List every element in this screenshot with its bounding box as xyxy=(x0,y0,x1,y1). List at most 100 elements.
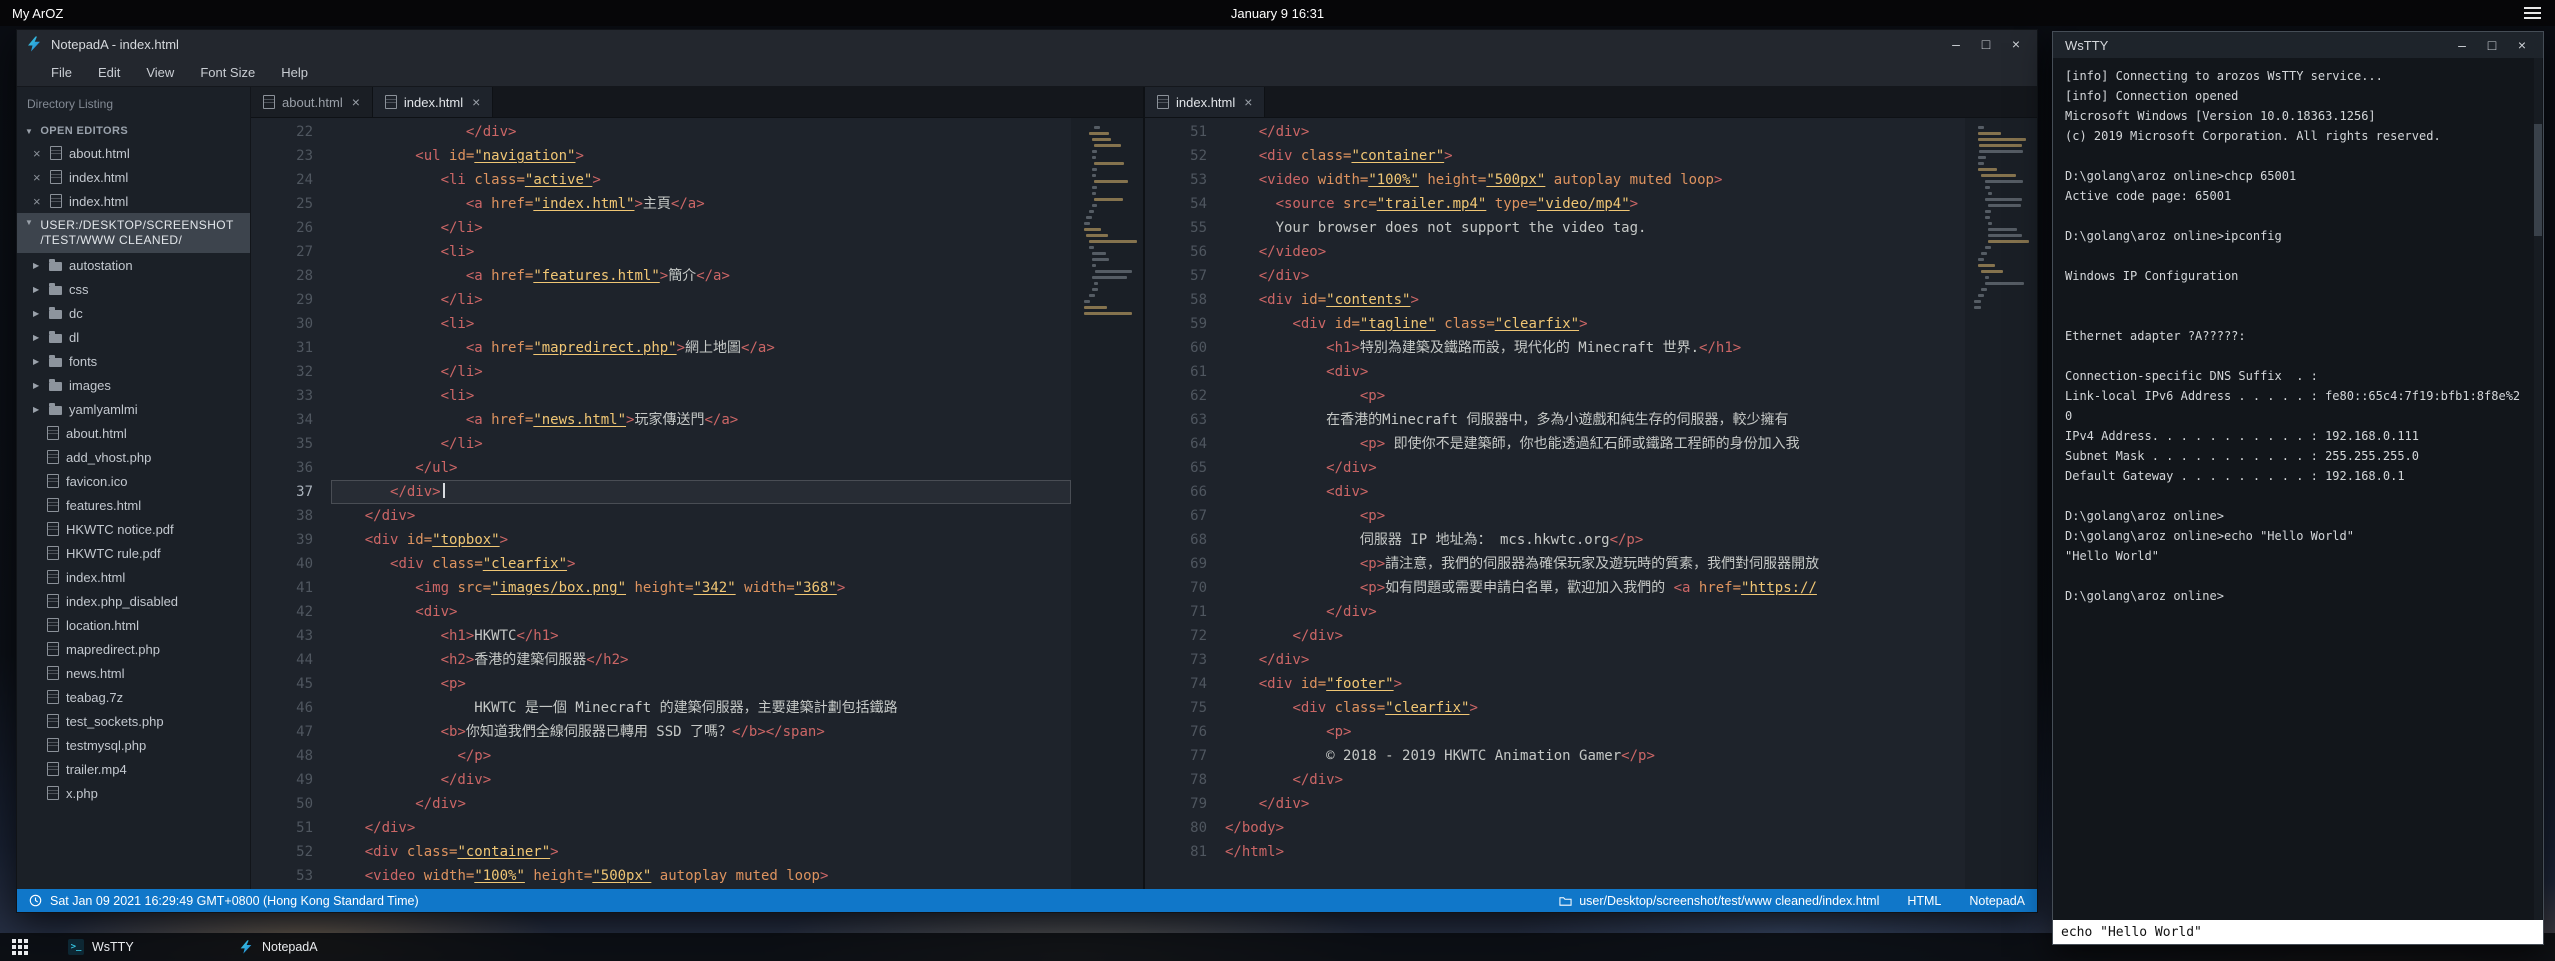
menu-item-file[interactable]: File xyxy=(39,61,84,84)
open-editors-header[interactable]: ▼ OPEN EDITORS xyxy=(17,121,250,141)
code-line[interactable]: <p> xyxy=(1225,504,1965,528)
code-line[interactable]: <div id="footer"> xyxy=(1225,672,1965,696)
code-line[interactable]: <p>請注意，我們的伺服器為確保玩家及遊玩時的質素，我們對伺服器開放 xyxy=(1225,552,1965,576)
root-folder-header[interactable]: ▼ USER:/DESKTOP/SCREENSHOT /TEST/WWW CLE… xyxy=(17,213,250,253)
tree-folder-autostation[interactable]: ▶autostation xyxy=(17,253,250,277)
code-line[interactable]: <div> xyxy=(331,600,1071,624)
code-line[interactable]: <p> xyxy=(1225,720,1965,744)
tree-file-location-html[interactable]: location.html xyxy=(17,613,250,637)
close-file-icon[interactable]: × xyxy=(33,194,43,209)
code-line[interactable]: <h1>特別為建築及鐵路而設，現代化的 Minecraft 世界.</h1> xyxy=(1225,336,1965,360)
tree-folder-yamlyamlmi[interactable]: ▶yamlyamlmi xyxy=(17,397,250,421)
editor-left[interactable]: 2223242526272829303132333435363738394041… xyxy=(251,118,1143,889)
code-line[interactable]: </video> xyxy=(1225,240,1965,264)
minimap[interactable] xyxy=(1071,118,1143,889)
code-line[interactable]: <video width="100%" height="500px" autop… xyxy=(1225,168,1965,192)
tree-file-add-vhost-php[interactable]: add_vhost.php xyxy=(17,445,250,469)
tree-file-hkwtc-notice-pdf[interactable]: HKWTC notice.pdf xyxy=(17,517,250,541)
wstty-title-bar[interactable]: WsTTY – □ × xyxy=(2053,32,2543,58)
menu-item-font-size[interactable]: Font Size xyxy=(188,61,267,84)
close-file-icon[interactable]: × xyxy=(33,170,43,185)
code-line[interactable]: </div> xyxy=(1225,624,1965,648)
code-line[interactable]: <li> xyxy=(331,240,1071,264)
close-tab-icon[interactable]: × xyxy=(472,94,480,110)
close-file-icon[interactable]: × xyxy=(33,146,43,161)
code-line[interactable]: <p> xyxy=(331,672,1071,696)
close-button[interactable]: × xyxy=(2001,36,2031,52)
close-tab-icon[interactable]: × xyxy=(352,94,360,110)
code-line[interactable]: <video width="100%" height="500px" autop… xyxy=(331,864,1071,888)
code-line[interactable]: </div> xyxy=(1225,456,1965,480)
code-line[interactable]: </div> xyxy=(1225,264,1965,288)
taskbar-item-notepada[interactable]: NotepadA xyxy=(220,933,390,961)
code-line[interactable]: </p> xyxy=(331,744,1071,768)
menu-item-view[interactable]: View xyxy=(134,61,186,84)
code-line[interactable]: </div> xyxy=(1225,792,1965,816)
tree-file-x-php[interactable]: x.php xyxy=(17,781,250,805)
tab-about-html[interactable]: about.html× xyxy=(251,87,373,117)
tree-folder-css[interactable]: ▶css xyxy=(17,277,250,301)
close-button[interactable]: × xyxy=(2507,37,2537,53)
code-area[interactable]: </div> <div class="container"> <video wi… xyxy=(1225,118,1965,889)
code-line[interactable]: <div class="clearfix"> xyxy=(331,552,1071,576)
code-line[interactable]: <div class="clearfix"> xyxy=(1225,696,1965,720)
code-line[interactable]: <source src="trailer.mp4" type="video/mp… xyxy=(1225,192,1965,216)
notepada-title-bar[interactable]: NotepadA - index.html – □ × xyxy=(17,30,2037,58)
code-line[interactable]: </div> xyxy=(331,120,1071,144)
code-area[interactable]: </div> <ul id="navigation"> <li class="a… xyxy=(331,118,1071,889)
tree-file-index-html[interactable]: index.html xyxy=(17,565,250,589)
code-line[interactable]: </li> xyxy=(331,432,1071,456)
code-line[interactable]: <div id="tagline" class="clearfix"> xyxy=(1225,312,1965,336)
code-line[interactable]: <div id="contents"> xyxy=(1225,288,1965,312)
code-line[interactable]: <li> xyxy=(331,384,1071,408)
code-line[interactable]: Your browser does not support the video … xyxy=(1225,216,1965,240)
terminal-scrollbar[interactable] xyxy=(2534,58,2542,920)
code-line[interactable]: 伺服器 IP 地址為： mcs.hkwtc.org</p> xyxy=(1225,528,1965,552)
code-line[interactable]: <div> xyxy=(1225,480,1965,504)
code-line[interactable]: <a href="index.html">主頁</a> xyxy=(331,192,1071,216)
code-line[interactable]: <p> xyxy=(1225,384,1965,408)
minimap[interactable] xyxy=(1965,118,2037,889)
code-line[interactable]: </body> xyxy=(1225,816,1965,840)
minimize-button[interactable]: – xyxy=(2447,37,2477,53)
app-launcher-icon[interactable] xyxy=(12,939,28,955)
code-line[interactable]: </div> xyxy=(1225,648,1965,672)
tree-file-hkwtc-rule-pdf[interactable]: HKWTC rule.pdf xyxy=(17,541,250,565)
code-line[interactable]: <p>如有問題或需要申請白名單，歡迎加入我們的 <a href="https:/… xyxy=(1225,576,1965,600)
code-line[interactable]: <p> 即使你不是建築師，你也能透過紅石師或鐵路工程師的身份加入我 xyxy=(1225,432,1965,456)
tree-file-teabag-7z[interactable]: teabag.7z xyxy=(17,685,250,709)
open-editor-item[interactable]: ×index.html xyxy=(17,189,250,213)
code-line[interactable]: <div class="container"> xyxy=(331,840,1071,864)
code-line[interactable]: © 2018 - 2019 HKWTC Animation Gamer</p> xyxy=(1225,744,1965,768)
code-line[interactable]: </div> xyxy=(331,480,1071,504)
tree-file-favicon-ico[interactable]: favicon.ico xyxy=(17,469,250,493)
tree-folder-dc[interactable]: ▶dc xyxy=(17,301,250,325)
terminal-scrollbar-thumb[interactable] xyxy=(2534,124,2542,236)
tree-folder-images[interactable]: ▶images xyxy=(17,373,250,397)
status-file-path-group[interactable]: user/Desktop/screenshot/test/www cleaned… xyxy=(1559,894,1879,908)
code-line[interactable]: <a href="mapredirect.php">網上地圖</a> xyxy=(331,336,1071,360)
code-line[interactable]: </div> xyxy=(1225,120,1965,144)
code-line[interactable]: 在香港的Minecraft 伺服器中，多為小遊戲和純生存的伺服器，較少擁有 xyxy=(1225,408,1965,432)
tree-file-news-html[interactable]: news.html xyxy=(17,661,250,685)
code-line[interactable]: </li> xyxy=(331,360,1071,384)
code-line[interactable]: <a href="news.html">玩家傳送門</a> xyxy=(331,408,1071,432)
editor-right[interactable]: 5152535455565758596061626364656667686970… xyxy=(1145,118,2037,889)
terminal-input[interactable] xyxy=(2053,920,2543,944)
menu-item-help[interactable]: Help xyxy=(269,61,320,84)
taskbar-item-wstty[interactable]: >_WsTTY xyxy=(50,933,220,961)
terminal-output[interactable]: [info] Connecting to arozos WsTTY servic… xyxy=(2053,58,2543,920)
code-line[interactable]: </ul> xyxy=(331,456,1071,480)
maximize-button[interactable]: □ xyxy=(1971,36,2001,52)
tree-folder-fonts[interactable]: ▶fonts xyxy=(17,349,250,373)
tree-file-mapredirect-php[interactable]: mapredirect.php xyxy=(17,637,250,661)
tree-file-about-html[interactable]: about.html xyxy=(17,421,250,445)
tab-index-html[interactable]: index.html× xyxy=(1145,87,1265,117)
code-line[interactable]: <div class="container"> xyxy=(1225,144,1965,168)
code-line[interactable]: </div> xyxy=(1225,600,1965,624)
code-line[interactable]: <img src="images/box.png" height="342" w… xyxy=(331,576,1071,600)
open-editor-item[interactable]: ×index.html xyxy=(17,165,250,189)
tab-index-html[interactable]: index.html× xyxy=(373,87,493,117)
code-line[interactable]: <ul id="navigation"> xyxy=(331,144,1071,168)
tree-file-testmysql-php[interactable]: testmysql.php xyxy=(17,733,250,757)
